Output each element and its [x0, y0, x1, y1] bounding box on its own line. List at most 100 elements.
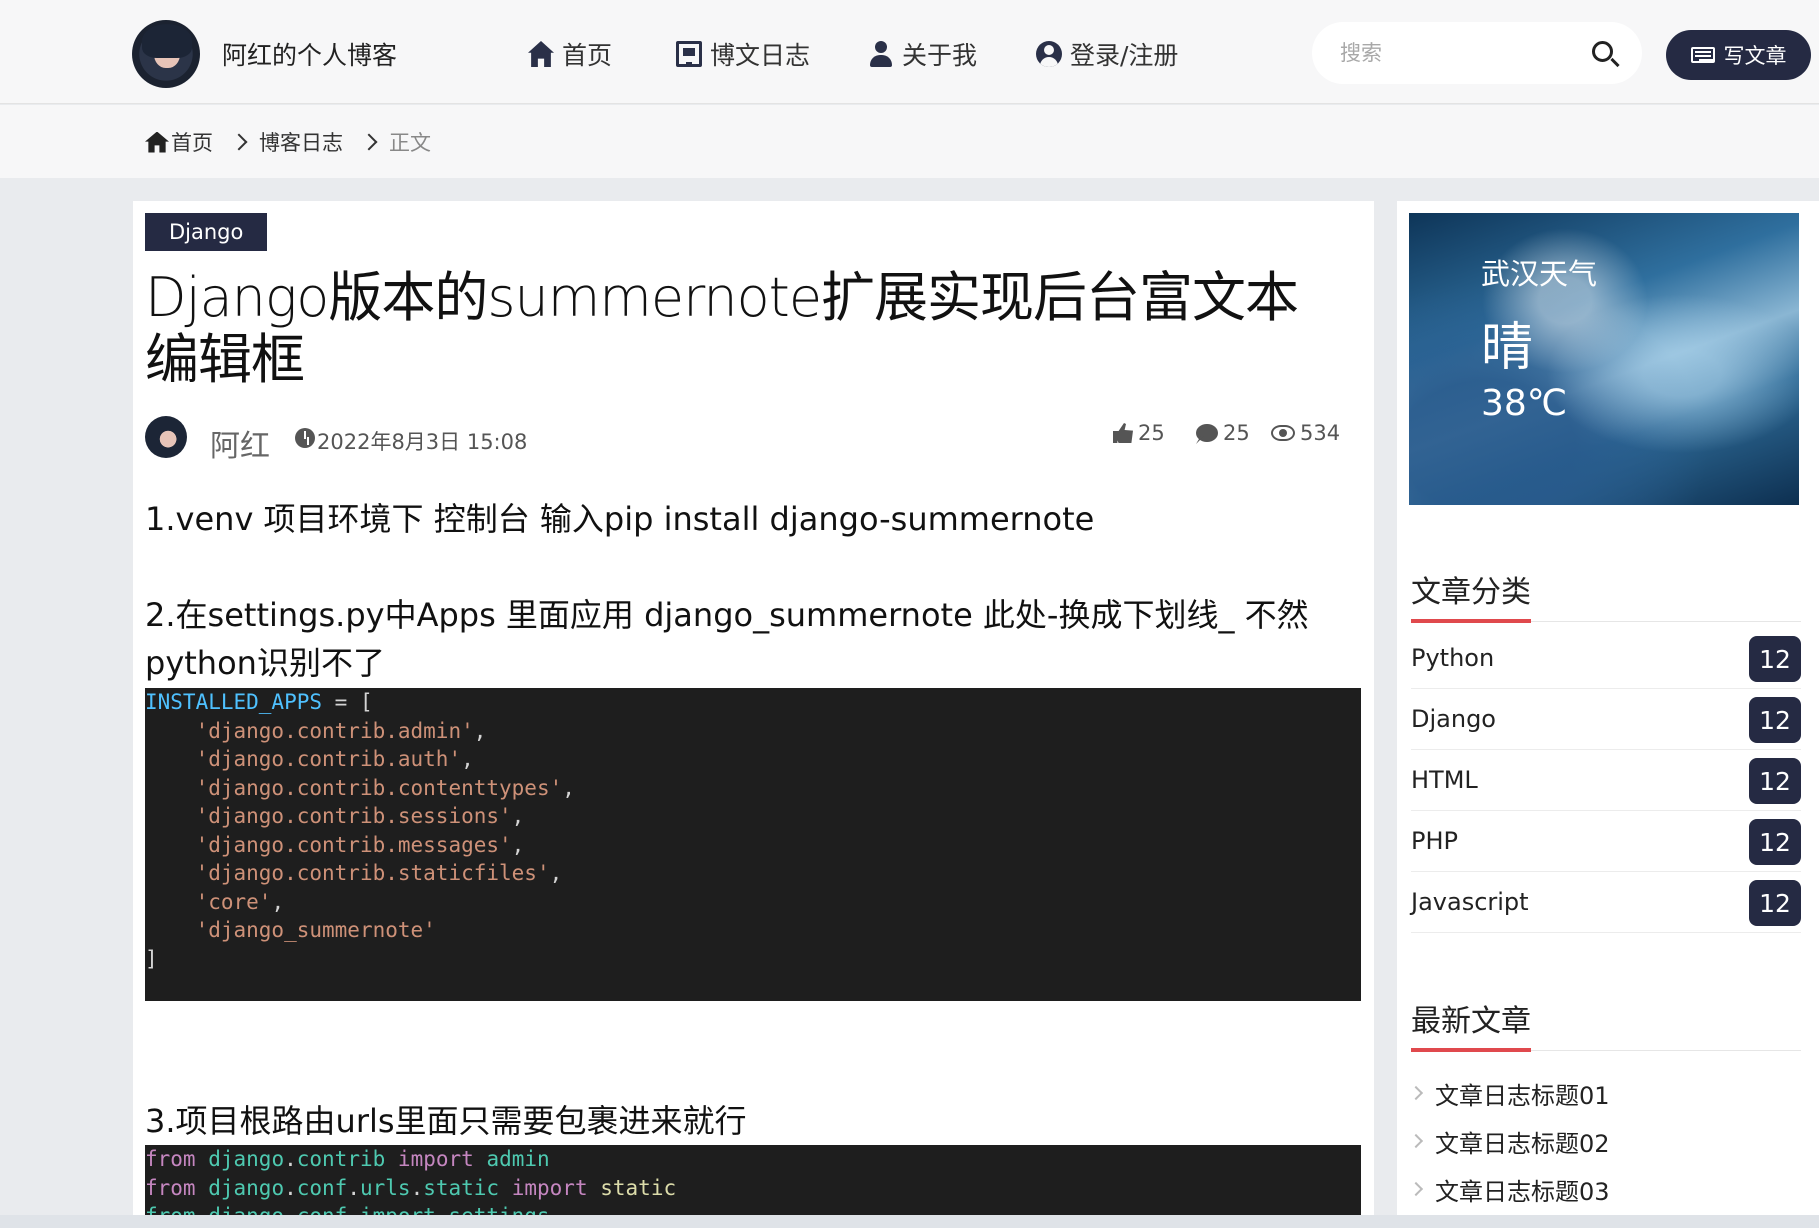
weather-condition: 晴 — [1481, 318, 1534, 378]
code-token: 'core' — [195, 889, 272, 914]
code-token: django — [208, 1147, 285, 1171]
heading-accent — [1411, 1048, 1531, 1052]
recent-article-title: 文章日志标题03 — [1435, 1177, 1610, 1206]
thumbs-up-icon — [1113, 423, 1133, 443]
user-tie-icon — [868, 41, 894, 67]
search-input[interactable] — [1340, 36, 1580, 70]
sidebar: 武汉天气 晴 38℃ 文章分类 Python 12 Django 12 HTML… — [1397, 201, 1819, 1228]
categories-heading: 文章分类 — [1411, 575, 1531, 610]
breadcrumb-home[interactable]: 首页 — [171, 127, 213, 157]
view-count: 534 — [1300, 421, 1341, 445]
category-tag[interactable]: Django — [145, 213, 268, 251]
paragraph-2: 2.在settings.py中Apps 里面应用 django_summerno… — [145, 596, 1309, 682]
category-name: PHP — [1411, 827, 1458, 855]
category-count: 12 — [1749, 880, 1801, 926]
nav-item-label: 登录/注册 — [1070, 41, 1179, 70]
recent-article-item[interactable]: 文章日志标题01 — [1408, 1071, 1610, 1115]
keyboard-icon — [1690, 47, 1715, 63]
category-item-php[interactable]: PHP 12 — [1411, 811, 1801, 872]
code-token: 'django.contrib.contenttypes' — [195, 775, 563, 800]
code-token: import — [511, 1175, 588, 1200]
recent-article-item[interactable]: 文章日志标题03 — [1408, 1167, 1610, 1211]
paragraph-1: 1.venv 项目环境下 控制台 输入pip install django-su… — [145, 500, 1095, 538]
nav-item-label: 关于我 — [902, 41, 978, 70]
recent-article-item[interactable]: 文章日志标题02 — [1408, 1119, 1610, 1163]
category-item-python[interactable]: Python 12 — [1411, 628, 1801, 689]
comment-stat[interactable]: 25 — [1196, 421, 1250, 445]
category-count: 12 — [1749, 819, 1801, 865]
category-item-html[interactable]: HTML 12 — [1411, 750, 1801, 811]
window-bottom-edge — [0, 1215, 1819, 1228]
category-name: HTML — [1411, 766, 1478, 794]
code-token: static — [600, 1175, 677, 1200]
weather-temperature: 38℃ — [1481, 383, 1568, 424]
recent-article-title: 文章日志标题01 — [1435, 1081, 1610, 1110]
code-block-settings: INSTALLED_APPS = [ 'django.contrib.admin… — [145, 688, 1361, 1001]
nav-item-about[interactable]: 关于我 — [868, 36, 977, 72]
code-token: 'django.contrib.admin' — [195, 718, 474, 743]
home-icon — [145, 131, 169, 153]
clock-icon — [295, 428, 315, 448]
code-token: django — [208, 1175, 285, 1200]
view-stat: 534 — [1271, 421, 1340, 445]
article-title: Django版本的summernote扩展实现后台富文本编辑框 — [145, 266, 1299, 391]
weather-city: 武汉天气 — [1481, 257, 1598, 291]
nav-item-blog[interactable]: 博文日志 — [676, 36, 810, 72]
code-token: urls — [359, 1175, 411, 1200]
paragraph-3: 3.项目根路由urls里面只需要包裹进来就行 — [145, 1102, 747, 1140]
code-token: 'django_summernote' — [195, 918, 436, 942]
like-stat[interactable]: 25 — [1113, 421, 1165, 445]
code-token: admin — [486, 1147, 550, 1171]
code-token: 'django.contrib.sessions' — [195, 804, 512, 828]
weather-widget: 武汉天气 晴 38℃ — [1409, 213, 1799, 505]
recent-heading: 最新文章 — [1411, 1004, 1531, 1039]
publish-date: 2022年8月3日 15:08 — [317, 430, 528, 454]
write-article-button[interactable]: 写文章 — [1666, 30, 1811, 80]
recent-article-title: 文章日志标题02 — [1435, 1129, 1610, 1158]
write-article-label: 写文章 — [1723, 44, 1787, 68]
like-count: 25 — [1138, 421, 1165, 445]
category-count: 12 — [1749, 758, 1801, 804]
article-card: Django Django版本的summernote扩展实现后台富文本编辑框 阿… — [133, 201, 1374, 1228]
code-token: import — [397, 1147, 474, 1171]
author-avatar[interactable] — [145, 416, 187, 458]
code-token: 'django.contrib.auth' — [195, 747, 462, 771]
category-name: Python — [1411, 644, 1495, 672]
code-token: 'django.contrib.messages' — [195, 832, 512, 857]
code-token: from — [145, 1175, 196, 1200]
chevron-right-icon — [230, 133, 248, 151]
breadcrumb-section[interactable]: 博客日志 — [259, 127, 343, 157]
nav-item-home[interactable]: 首页 — [528, 36, 612, 72]
code-token: 'django.contrib.staticfiles' — [195, 861, 550, 885]
code-token: = [ — [322, 690, 373, 714]
site-avatar[interactable] — [132, 20, 200, 88]
comment-count: 25 — [1223, 421, 1250, 445]
category-count: 12 — [1749, 636, 1801, 682]
code-token: static — [423, 1175, 500, 1200]
code-token: contrib — [296, 1147, 386, 1171]
code-token: from — [145, 1147, 196, 1171]
author-name[interactable]: 阿红 — [210, 421, 270, 465]
code-token: INSTALLED_APPS — [145, 690, 323, 714]
site-brand[interactable]: 阿红的个人博客 — [222, 36, 397, 72]
breadcrumb-current: 正文 — [389, 131, 431, 155]
top-navbar: 阿红的个人博客 首页 博文日志 关于我 登录/注册 写文章 — [0, 0, 1819, 104]
user-circle-icon — [1036, 41, 1062, 67]
breadcrumb: 首页 博客日志 正文 — [145, 127, 431, 157]
category-item-javascript[interactable]: Javascript 12 — [1411, 872, 1801, 933]
chevron-right-icon — [360, 133, 378, 151]
home-icon — [528, 41, 554, 67]
search-icon[interactable] — [1592, 41, 1613, 62]
comment-icon — [1196, 424, 1218, 442]
chevron-right-icon — [1408, 1133, 1424, 1149]
category-name: Javascript — [1411, 888, 1529, 916]
heading-accent — [1411, 619, 1531, 623]
code-token: ] — [145, 946, 158, 971]
nav-item-login[interactable]: 登录/注册 — [1036, 36, 1178, 72]
category-item-django[interactable]: Django 12 — [1411, 689, 1801, 750]
code-token: conf — [296, 1175, 348, 1200]
newspaper-icon — [676, 41, 702, 67]
chevron-right-icon — [1408, 1085, 1424, 1101]
nav-item-label: 首页 — [562, 41, 613, 70]
nav-item-label: 博文日志 — [710, 41, 811, 70]
